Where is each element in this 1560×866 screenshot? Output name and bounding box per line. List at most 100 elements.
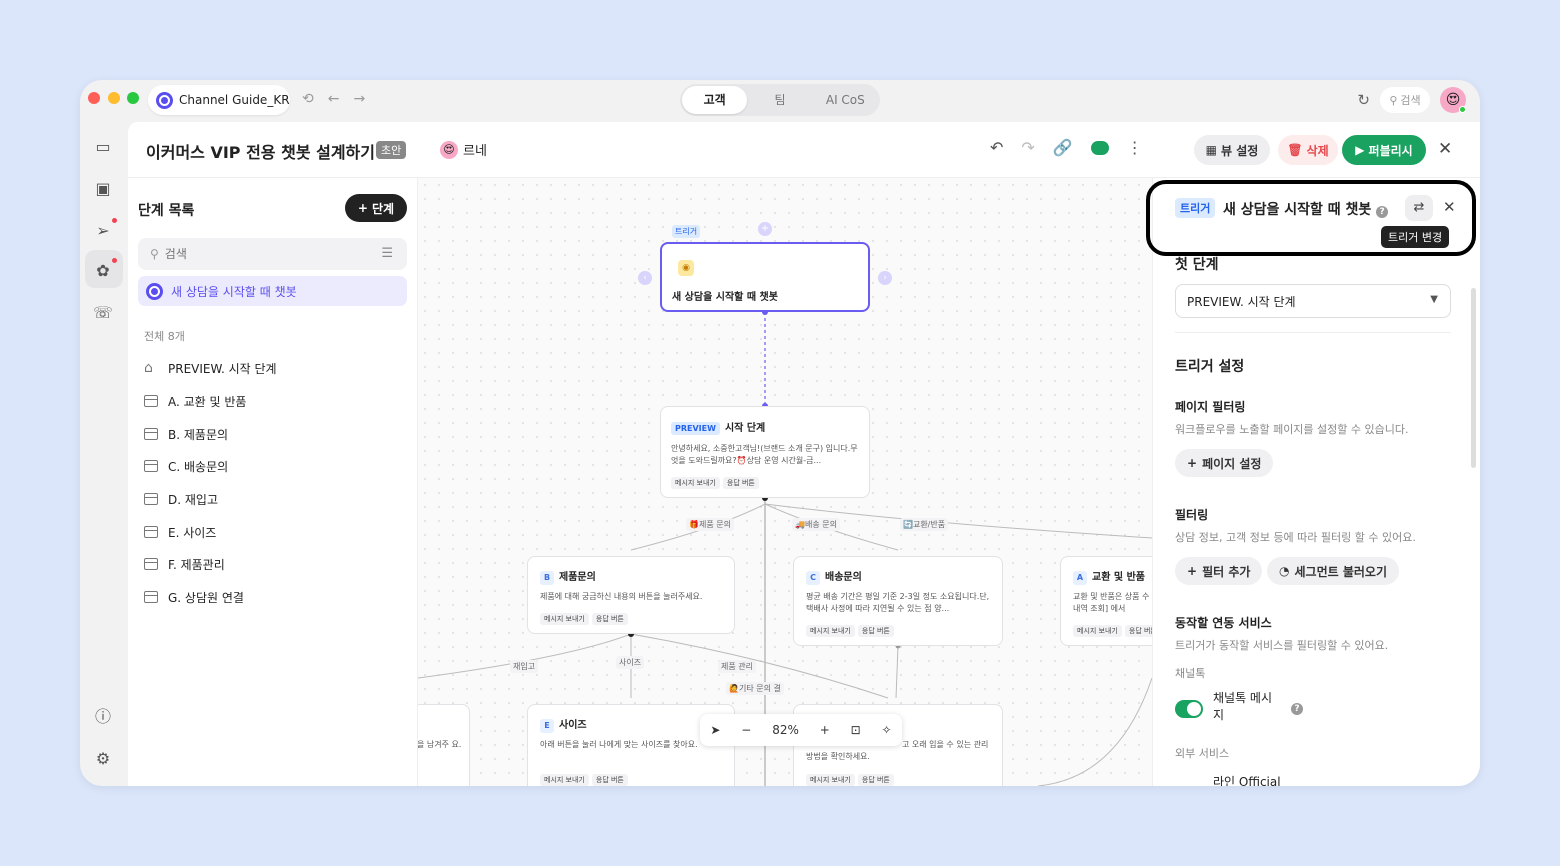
segment-ai-cos[interactable]: AI CoS xyxy=(813,86,878,114)
undo-icon[interactable]: ↶ xyxy=(990,138,1003,157)
change-trigger-button[interactable]: ⇄ xyxy=(1405,195,1433,221)
zoom-level: 82% xyxy=(772,723,799,737)
contacts-icon[interactable]: ▣ xyxy=(92,178,114,200)
main-panel: 이커머스 VIP 전용 챗봇 설계하기 초안 😍 르네 ↶ ↷ 🔗 ⋮ ▦ 뷰 … xyxy=(128,122,1480,786)
add-filter-button[interactable]: + 필터 추가 xyxy=(1175,557,1263,585)
step-item-b[interactable]: B. 제품문의 xyxy=(144,424,228,444)
add-step-button[interactable]: + 단계 xyxy=(345,194,407,222)
close-panel-icon[interactable]: ✕ xyxy=(1443,198,1456,216)
step-node-a[interactable]: A 교환 및 반품 교환 및 반품은 상품 수 [주문내역 조회] 에서 메시지 … xyxy=(1060,556,1152,646)
step-node-b[interactable]: B 제품문의 제품에 대해 궁금하신 내용의 버튼을 눌러주세요. 메시지 보내기… xyxy=(527,556,735,634)
step-node-d[interactable]: 을 남겨주 요. xyxy=(418,704,470,786)
add-above-icon[interactable]: + xyxy=(758,222,772,236)
redo-icon[interactable]: ↷ xyxy=(1021,138,1034,157)
help-icon[interactable]: ⓘ xyxy=(92,706,114,728)
more-options-icon[interactable]: ⋮ xyxy=(1127,138,1143,157)
zoom-out-icon[interactable]: − xyxy=(741,723,751,737)
delete-button[interactable]: 🗑 삭제 xyxy=(1278,135,1338,165)
trigger-badge: 트리거 xyxy=(1175,198,1216,218)
plus-icon: + xyxy=(357,201,368,215)
settings-gear-icon[interactable]: ⚙ xyxy=(92,748,114,770)
user-avatar[interactable]: 😍 xyxy=(1440,87,1466,113)
close-editor-icon[interactable]: ✕ xyxy=(1438,139,1452,159)
trigger-node-tag: 트리거 xyxy=(672,225,701,238)
minimize-window-button[interactable] xyxy=(108,92,120,104)
step-node-e-title: 사이즈 xyxy=(559,720,587,731)
workspace-segmented-control: 고객 팀 AI CoS xyxy=(680,84,880,116)
channeltalk-message-toggle[interactable] xyxy=(1175,700,1203,718)
step-block-icon xyxy=(144,428,158,440)
step-item-preview[interactable]: ⌂ PREVIEW. 시작 단계 xyxy=(144,358,277,378)
step-node-d-text: 을 남겨주 요. xyxy=(418,740,462,749)
step-node-b-title: 제품문의 xyxy=(559,572,596,583)
segment-customer[interactable]: 고객 xyxy=(682,86,748,114)
trigger-settings-panel: 트리거 새 상담을 시작할 때 챗봇 ? ⇄ ✕ 트리거 변경 첫 단계 PRE… xyxy=(1152,178,1480,786)
reply-button-chip: 응답 버튼 xyxy=(857,774,894,786)
preview-node[interactable]: PREVIEW 시작 단계 안녕하세요, 소중한고객님!(브랜드 소개 문구) 입… xyxy=(660,406,870,498)
step-block-icon xyxy=(144,395,158,407)
filter-icon[interactable]: ☰ xyxy=(381,246,393,261)
reply-button-chip: 응답 버튼 xyxy=(722,477,759,489)
panel-scrollbar[interactable] xyxy=(1471,288,1476,468)
plus-icon: + xyxy=(1187,564,1198,578)
history-icon[interactable]: ⟲ xyxy=(302,91,314,107)
pointer-tool-icon[interactable]: ➤ xyxy=(710,723,720,737)
step-item-label: A. 교환 및 반품 xyxy=(168,394,247,409)
owner[interactable]: 😍 르네 xyxy=(440,140,487,159)
owner-avatar: 😍 xyxy=(440,140,458,159)
zoom-in-icon[interactable]: + xyxy=(820,723,830,737)
trigger-settings-title: 트리거 설정 xyxy=(1175,359,1245,375)
workflow-icon[interactable]: ✿ xyxy=(92,258,117,282)
add-step-label: 단계 xyxy=(371,201,395,216)
inbox-icon[interactable]: ▭ xyxy=(92,136,114,158)
step-item-label: G. 상담원 연결 xyxy=(168,590,244,605)
first-step-select[interactable]: PREVIEW. 시작 단계 ▼ xyxy=(1175,284,1451,318)
step-item-f[interactable]: F. 제품관리 xyxy=(144,554,225,574)
edge-label-product: 🎁제품 문의 xyxy=(686,518,734,531)
refresh-icon[interactable]: ↻ xyxy=(1357,91,1370,109)
step-node-e-text: 아래 버튼을 눌러 나에게 맞는 사이즈를 찾아요. xyxy=(540,740,698,749)
left-rail: ▭ ▣ ➢ ✿ ☏ ⓘ ⚙ xyxy=(80,122,128,786)
step-item-label: F. 제품관리 xyxy=(168,557,225,572)
channel-tab[interactable]: Channel Guide_KR xyxy=(148,85,290,115)
help-icon[interactable]: ? xyxy=(1291,703,1303,715)
back-arrow-icon[interactable]: ← xyxy=(328,91,340,107)
send-icon[interactable]: ➢ xyxy=(92,218,117,242)
home-icon: ⌂ xyxy=(144,359,153,376)
filter-title: 필터링 xyxy=(1175,508,1209,522)
steps-search-input[interactable] xyxy=(164,247,365,261)
global-search-button[interactable]: ⚲ 검색 xyxy=(1380,87,1430,113)
load-segment-button[interactable]: ◔ 세그먼트 불러오기 xyxy=(1267,557,1399,585)
page-settings-button[interactable]: + 페이지 설정 xyxy=(1175,449,1274,477)
help-icon[interactable]: ? xyxy=(1376,206,1389,218)
phone-icon[interactable]: ☏ xyxy=(92,302,114,324)
step-item-label: C. 배송문의 xyxy=(168,459,229,474)
step-node-c[interactable]: C 배송문의 평균 배송 기간은 평일 기준 2-3일 정도 소요됩니다.단, 택… xyxy=(793,556,1003,646)
view-settings-button[interactable]: ▦ 뷰 설정 xyxy=(1194,135,1270,165)
maximize-window-button[interactable] xyxy=(127,92,139,104)
channeltalk-toggle-label: 채널톡 메시지 xyxy=(1213,691,1273,722)
flow-canvas[interactable]: 트리거 + ‹ › ◉ 새 상담을 시작할 때 챗봇 PREVIEW 시작 단계 … xyxy=(418,178,1152,786)
add-left-icon[interactable]: ‹ xyxy=(638,271,652,285)
first-step-value: PREVIEW. 시작 단계 xyxy=(1187,294,1296,309)
fit-screen-icon[interactable]: ⊡ xyxy=(851,723,861,737)
step-item-a[interactable]: A. 교환 및 반품 xyxy=(144,391,246,411)
close-window-button[interactable] xyxy=(88,92,100,104)
step-item-c[interactable]: C. 배송문의 xyxy=(144,456,228,476)
step-item-d[interactable]: D. 재입고 xyxy=(144,489,218,509)
add-right-icon[interactable]: › xyxy=(878,271,892,285)
publish-button[interactable]: ▶ 퍼블리시 xyxy=(1342,135,1426,165)
trigger-list-item[interactable]: 새 상담을 시작할 때 챗봇 xyxy=(138,276,407,306)
auto-layout-icon[interactable]: ✧ xyxy=(881,723,891,737)
trigger-node[interactable]: ◉ 새 상담을 시작할 때 챗봇 xyxy=(660,242,870,312)
send-message-chip: 메시지 보내기 xyxy=(806,625,855,637)
step-item-g[interactable]: G. 상담원 연결 xyxy=(144,587,244,607)
link-icon[interactable]: 🔗 xyxy=(1053,138,1073,157)
step-item-e[interactable]: E. 사이즈 xyxy=(144,522,216,542)
forward-arrow-icon[interactable]: → xyxy=(353,91,365,107)
line-official-label: 라인 Official xyxy=(1213,775,1281,786)
segment-team[interactable]: 팀 xyxy=(747,86,812,114)
pie-chart-icon: ◔ xyxy=(1279,564,1290,578)
reply-button-chip: 응답 버튼 xyxy=(857,625,894,637)
step-node-a-text: 교환 및 반품은 상품 수 [주문내역 조회] 에서 xyxy=(1073,592,1152,613)
